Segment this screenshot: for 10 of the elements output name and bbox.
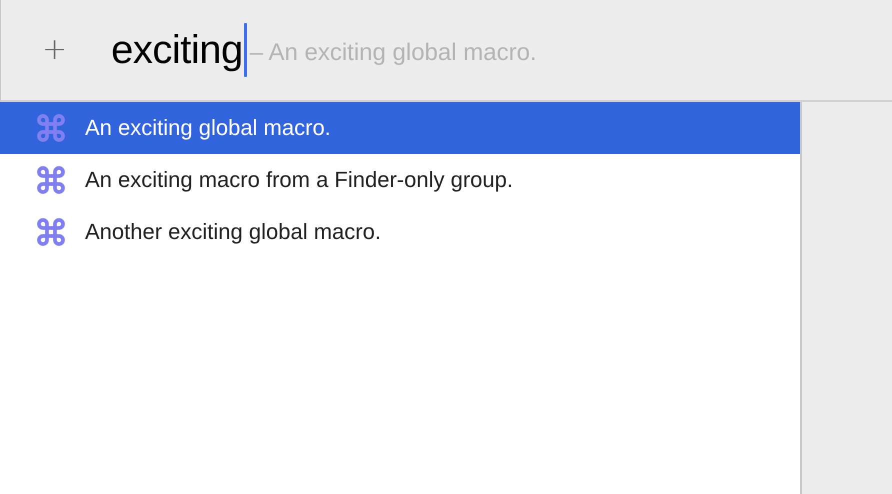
command-icon bbox=[35, 216, 67, 248]
result-item[interactable]: Another exciting global macro. bbox=[0, 206, 800, 258]
search-field[interactable]: exciting – An exciting global macro. bbox=[111, 22, 537, 78]
command-icon bbox=[35, 112, 67, 144]
completion-hint: – An exciting global macro. bbox=[250, 38, 537, 67]
result-item[interactable]: An exciting global macro. bbox=[0, 102, 800, 154]
command-icon bbox=[35, 164, 67, 196]
result-item[interactable]: An exciting macro from a Finder-only group. bbox=[0, 154, 800, 206]
text-cursor bbox=[244, 23, 247, 77]
add-button[interactable]: + bbox=[38, 35, 72, 65]
